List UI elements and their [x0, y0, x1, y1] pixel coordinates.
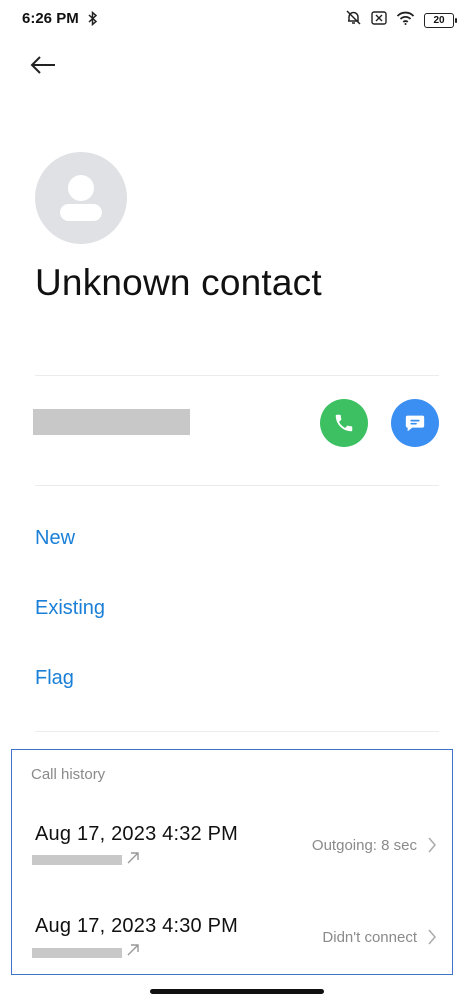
- arrow-left-icon: [30, 56, 55, 74]
- call-status: Outgoing: 8 sec: [311, 837, 417, 854]
- call-history-entry[interactable]: Aug 17, 2023 4:32 PM Outgoing: 8 sec: [12, 810, 451, 890]
- chevron-right-icon: [427, 928, 437, 951]
- call-history-entry[interactable]: Aug 17, 2023 4:30 PM Didn't connect: [12, 902, 451, 982]
- sim-off-icon: [371, 10, 387, 30]
- call-number-redacted: [32, 948, 122, 958]
- contact-name: Unknown contact: [35, 262, 322, 303]
- mute-icon: [345, 9, 362, 31]
- person-icon-body: [60, 204, 102, 221]
- new-contact-link[interactable]: New: [35, 527, 75, 550]
- message-button[interactable]: [391, 399, 439, 447]
- chevron-right-icon: [427, 836, 437, 859]
- call-datetime: Aug 17, 2023 4:30 PM: [35, 915, 239, 937]
- home-indicator[interactable]: [150, 989, 324, 994]
- bluetooth-icon: [88, 10, 98, 31]
- status-icons: 20: [345, 9, 457, 31]
- call-button[interactable]: [320, 399, 368, 447]
- person-icon-head: [68, 175, 94, 201]
- phone-icon: [335, 414, 353, 432]
- outgoing-arrow-icon: [126, 851, 140, 870]
- call-status: Didn't connect: [322, 929, 417, 946]
- battery-icon: 20: [424, 12, 457, 28]
- divider: [35, 485, 439, 486]
- call-history-title: Call history: [31, 766, 106, 783]
- existing-contact-link[interactable]: Existing: [35, 597, 105, 620]
- message-icon: [405, 415, 425, 432]
- call-datetime: Aug 17, 2023 4:32 PM: [35, 823, 239, 845]
- status-bar: 6:26 PM 20: [0, 0, 474, 38]
- wifi-icon: [396, 11, 415, 30]
- back-button[interactable]: [26, 50, 60, 80]
- outgoing-arrow-icon: [126, 943, 140, 962]
- avatar: [35, 152, 127, 244]
- call-history-section: Call history Aug 17, 2023 4:32 PM Outgoi…: [11, 749, 453, 975]
- call-number-redacted: [32, 855, 122, 865]
- divider: [35, 731, 439, 732]
- flag-link[interactable]: Flag: [35, 667, 74, 690]
- status-time: 6:26 PM: [22, 10, 79, 27]
- divider: [35, 375, 439, 376]
- phone-number-redacted: [33, 409, 190, 435]
